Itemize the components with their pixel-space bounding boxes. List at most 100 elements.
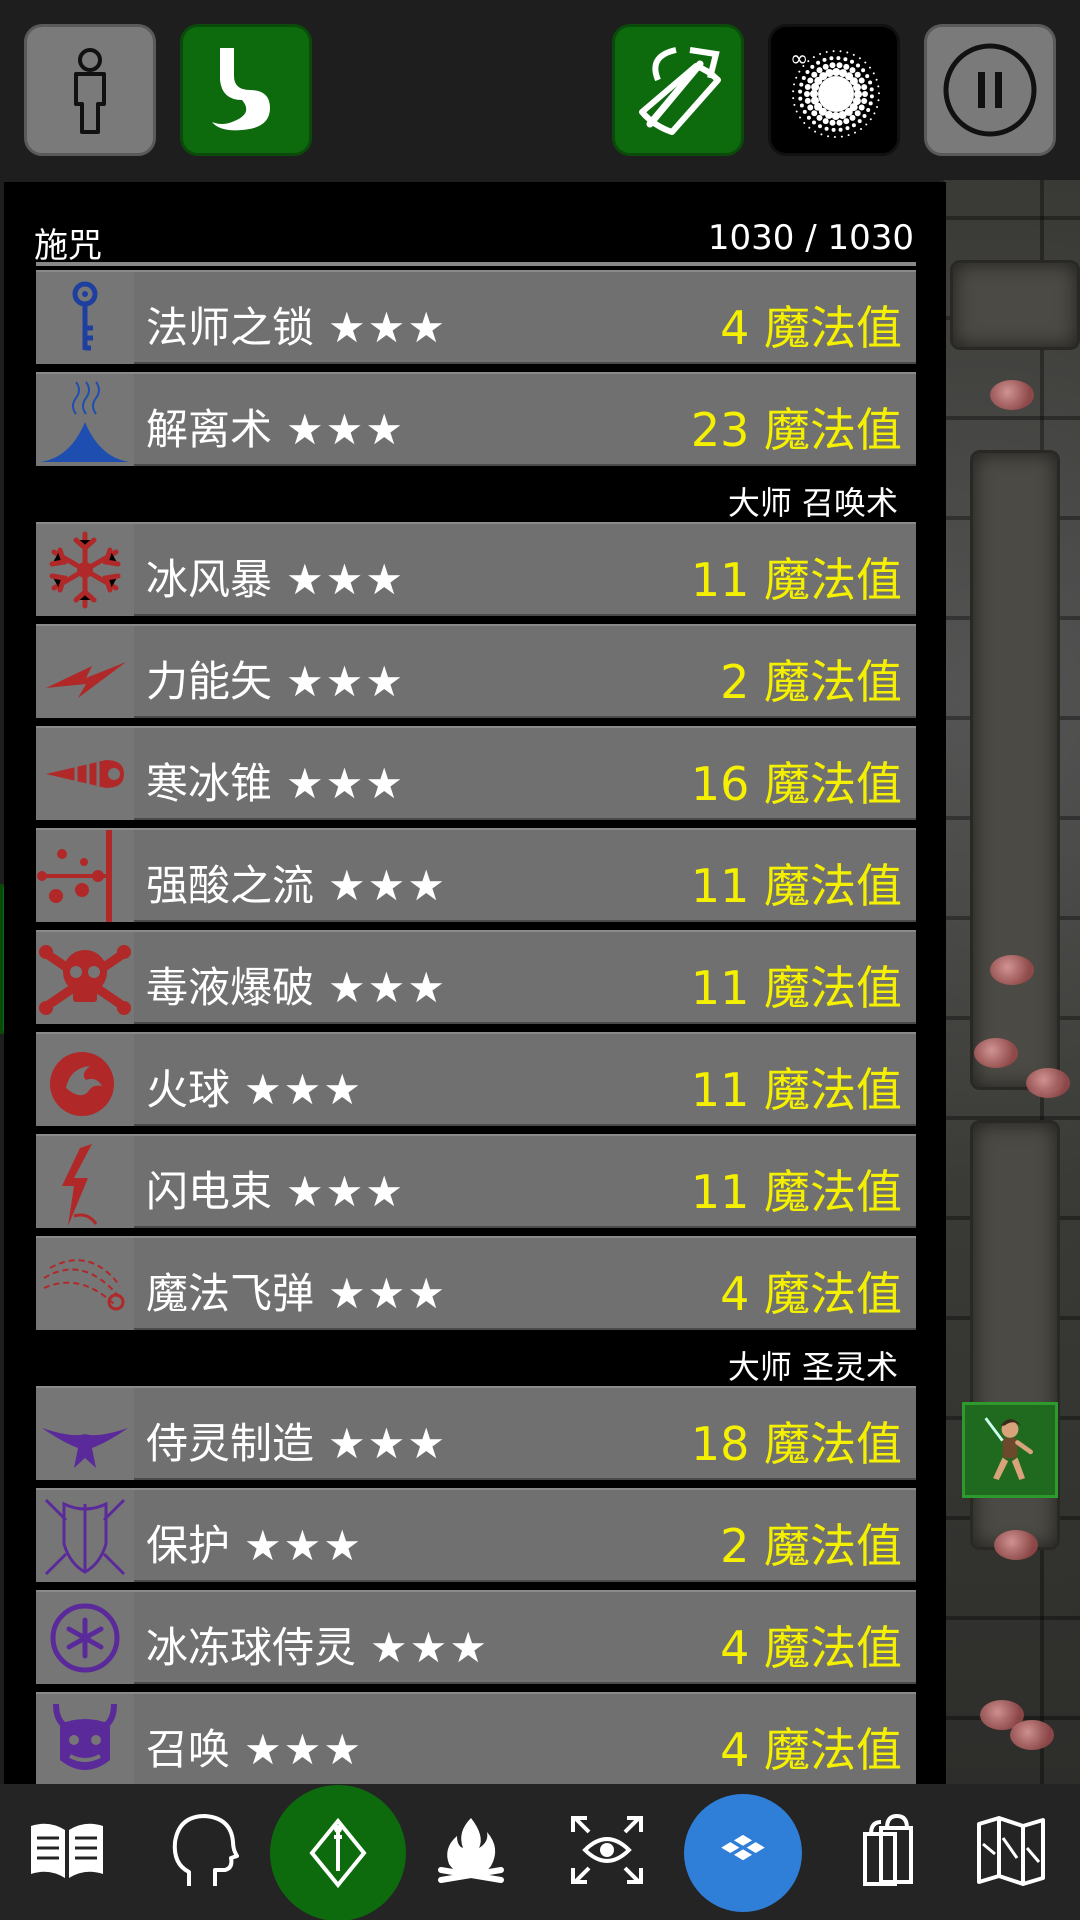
spell-cost: 11 魔法值 [690,553,902,607]
divider [36,262,916,266]
spell-row[interactable]: 保护 ★★★ 2 魔法值 [36,1488,916,1582]
spell-name-text: 侍灵制造 [146,1419,315,1468]
spell-name: 强酸之流 ★★★ [146,852,447,913]
search-button[interactable] [552,1795,662,1905]
spell-name-text: 魔法飞弹 [146,1269,315,1318]
spell-name: 召唤 ★★★ [146,1716,363,1777]
spell-name-text: 冰风暴 [146,555,273,604]
spell-rank-stars: ★★★ [328,1419,447,1468]
pause-button[interactable] [924,24,1056,156]
tiles-button[interactable] [684,1794,802,1912]
bird-icon [36,1388,134,1480]
spell-cost: 16 魔法值 [690,757,902,811]
inventory-button[interactable] [834,1795,944,1905]
spell-name: 毒液爆破 ★★★ [146,954,447,1015]
journal-button[interactable] [12,1795,122,1905]
spell-name: 寒冰锥 ★★★ [146,750,405,811]
spell-rank-stars: ★★★ [328,861,447,910]
lightning-icon [36,1136,134,1228]
spell-name-text: 强酸之流 [146,861,315,910]
spell-panel[interactable]: 施咒 1030 / 1030 大师 召唤术 大师 圣灵术 法师之锁 ★★★ 4 魔法… [4,182,946,1784]
ranged-button[interactable] [612,24,744,156]
spell-row[interactable]: 侍灵制造 ★★★ 18 魔法值 [36,1386,916,1480]
stomach-icon [212,48,270,131]
magic-button[interactable]: ∞ [768,24,900,156]
spell-rank-stars: ★★★ [286,405,405,454]
rubble [990,955,1034,985]
spell-name-text: 寒冰锥 [146,759,273,808]
spell-cost: 4 魔法值 [720,1267,902,1321]
spell-row[interactable]: 闪电束 ★★★ 11 魔法值 [36,1134,916,1228]
panel-header: 施咒 1030 / 1030 [34,218,914,266]
spell-cost: 11 魔法值 [690,961,902,1015]
rubble [1026,1068,1070,1098]
wall-tile [950,260,1080,350]
spell-row[interactable]: 法师之锁 ★★★ 4 魔法值 [36,270,916,364]
spell-row[interactable]: 召唤 ★★★ 4 魔法值 [36,1692,916,1784]
spell-row[interactable]: 毒液爆破 ★★★ 11 魔法值 [36,930,916,1024]
bow-arrows-icon [639,47,721,135]
spell-name: 魔法飞弹 ★★★ [146,1260,447,1321]
spell-name: 冰风暴 ★★★ [146,546,405,607]
rubble [974,1038,1018,1068]
hunger-button[interactable] [180,24,312,156]
key-icon [36,272,134,364]
spell-row[interactable]: 强酸之流 ★★★ 11 魔法值 [36,828,916,922]
spell-row[interactable]: 冰风暴 ★★★ 11 魔法值 [36,522,916,616]
eye-expand-icon [571,1816,643,1884]
spell-row[interactable]: 解离术 ★★★ 23 魔法值 [36,372,916,466]
spell-rank-stars: ★★★ [286,657,405,706]
dungeon-map-background[interactable] [940,180,1080,1920]
school-header-conjuration: 大师 召唤术 [727,484,898,522]
spell-name: 保护 ★★★ [146,1512,363,1573]
wand-icon [309,1817,367,1889]
spell-cost: 4 魔法值 [720,1723,902,1777]
cone-icon [36,728,134,820]
skull-crossbones-icon [36,932,134,1024]
spell-name-text: 冰冻球侍灵 [146,1623,357,1672]
spell-cost: 4 魔法值 [720,301,902,355]
spell-name: 闪电束 ★★★ [146,1158,405,1219]
spell-cost: 11 魔法值 [690,859,902,913]
hero-character[interactable] [962,1402,1058,1498]
frost-orb-icon [36,1592,134,1684]
spell-name-text: 毒液爆破 [146,963,315,1012]
shield-icon [36,1490,134,1582]
character-button[interactable] [24,24,156,156]
spellcasting-button[interactable] [270,1785,406,1920]
spell-rank-stars: ★★★ [328,303,447,352]
panel-title: 施咒 [34,226,102,266]
spell-name-text: 召唤 [146,1725,231,1774]
spell-rank-stars: ★★★ [244,1065,363,1114]
tiles-icon [721,1834,765,1861]
skills-button[interactable] [146,1795,256,1905]
spell-rank-stars: ★★★ [286,759,405,808]
spell-name: 侍灵制造 ★★★ [146,1410,447,1471]
spell-row[interactable]: 火球 ★★★ 11 魔法值 [36,1032,916,1126]
map-button[interactable] [956,1795,1066,1905]
spell-rank-stars: ★★★ [286,1167,405,1216]
spell-name: 火球 ★★★ [146,1056,363,1117]
rest-button[interactable] [416,1795,526,1905]
snowflake-icon [36,524,134,616]
pause-icon [943,43,1037,137]
spell-rank-stars: ★★★ [370,1623,489,1672]
spell-row[interactable]: 冰冻球侍灵 ★★★ 4 魔法值 [36,1590,916,1684]
spell-row[interactable]: 魔法飞弹 ★★★ 4 魔法值 [36,1236,916,1330]
spell-cost: 11 魔法值 [690,1063,902,1117]
spell-row[interactable]: 寒冰锥 ★★★ 16 魔法值 [36,726,916,820]
wall-tile [970,450,1060,1090]
mana-readout: 1030 / 1030 [707,218,914,258]
spell-name-text: 火球 [146,1065,231,1114]
spell-rank-stars: ★★★ [328,1269,447,1318]
spell-cost: 2 魔法值 [720,1519,902,1573]
spell-rank-stars: ★★★ [286,555,405,604]
spell-name: 解离术 ★★★ [146,396,405,457]
rubble [994,1530,1038,1560]
spell-row[interactable]: 力能矢 ★★★ 2 魔法值 [36,624,916,718]
spell-name-text: 解离术 [146,405,273,454]
spell-cost: 11 魔法值 [690,1165,902,1219]
campfire-icon [438,1818,504,1883]
acid-stream-icon [36,830,134,922]
spell-cost: 2 魔法值 [720,655,902,709]
